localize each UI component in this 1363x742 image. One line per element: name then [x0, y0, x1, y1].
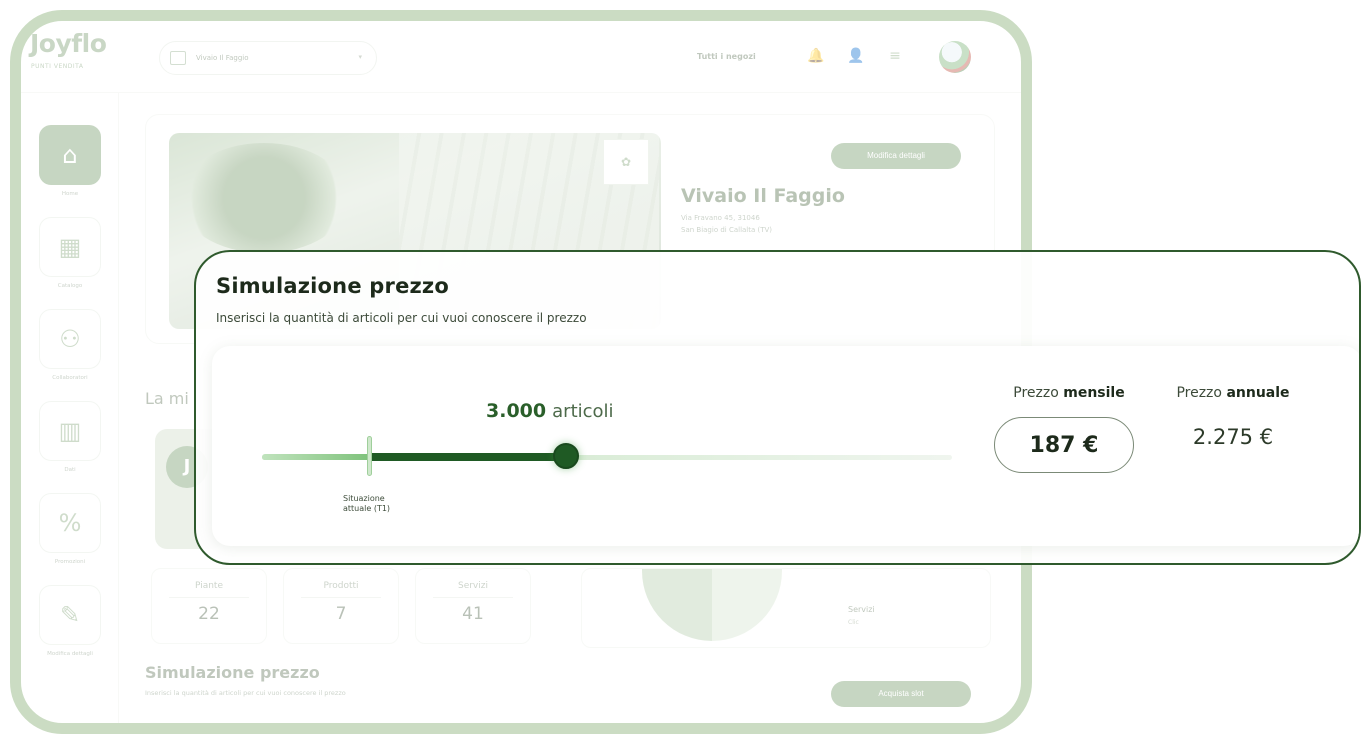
stat-label: Servizi [457, 581, 488, 591]
percent-icon: % [39, 493, 101, 553]
store-address-line1: Via Fravano 45, 31046 [681, 214, 760, 222]
sidebar-item-modifica[interactable]: ✎ Modifica dettagli [39, 585, 101, 658]
bg-simulation-subtitle: Inserisci la quantità di articoli per cu… [145, 689, 346, 697]
avatar[interactable] [939, 41, 971, 73]
stat-card-prodotti: Prodotti 7 [283, 568, 399, 644]
users-icon: ⚇ [39, 309, 101, 369]
top-bar: Joyflo PUNTI VENDITA Vivaio Il Faggio ▾ … [21, 21, 1021, 93]
pie-chart [642, 569, 782, 641]
sidebar-item-label: Promozioni [54, 559, 86, 565]
annual-price-column: Prezzo annuale 2.275 € [1158, 385, 1308, 449]
current-plan-label-line2: attuale (T1) [343, 504, 391, 513]
sidebar-item-label: Dati [64, 467, 76, 473]
current-plan-marker [367, 436, 373, 476]
app-logo-subtitle: PUNTI VENDITA [31, 63, 84, 70]
store-icon [170, 51, 186, 65]
legend-label: Servizi [848, 605, 875, 614]
section-title: La mi [145, 389, 189, 408]
sidebar-item-promozioni[interactable]: % Promozioni [39, 493, 101, 566]
article-count-value: 3.000 [486, 400, 547, 422]
stat-card-piante: Piante 22 [151, 568, 267, 644]
monthly-label-strong: mensile [1063, 385, 1125, 401]
sidebar-item-label: Collaboratori [52, 375, 88, 381]
edit-details-button[interactable]: Modifica dettagli [831, 143, 961, 169]
sidebar-item-label: Home [61, 191, 79, 197]
simulation-title: Simulazione prezzo [216, 274, 449, 298]
chart-icon: ▥ [39, 401, 101, 461]
stat-card-servizi: Servizi 41 [415, 568, 531, 644]
sidebar-item-label: Catalogo [57, 283, 83, 289]
annual-price-label: Prezzo annuale [1158, 385, 1308, 401]
monthly-price-label: Prezzo mensile [994, 385, 1144, 401]
buy-slot-button[interactable]: Acquista slot [831, 681, 971, 707]
annual-label-prefix: Prezzo [1176, 385, 1222, 401]
pencil-icon: ✎ [39, 585, 101, 645]
store-logo: ✿ [603, 139, 649, 185]
legend-sub: Clic [848, 619, 859, 626]
quantity-slider[interactable] [262, 436, 952, 476]
bg-simulation-title: Simulazione prezzo [145, 663, 320, 682]
store-selector[interactable]: Vivaio Il Faggio ▾ [159, 41, 377, 75]
price-simulation-card: Simulazione prezzo Inserisci la quantità… [194, 250, 1361, 565]
stat-divider [433, 597, 513, 598]
stat-divider [301, 597, 381, 598]
annual-price-value: 2.275 € [1192, 425, 1274, 449]
store-name: Vivaio Il Faggio [681, 185, 845, 207]
monthly-price-value: 187 € [994, 417, 1134, 473]
sidebar: ⌂ Home ▦ Catalogo ⚇ Collaboratori ▥ Dati… [21, 93, 119, 723]
slider-handle[interactable] [552, 443, 579, 469]
slider-track-current [262, 454, 371, 460]
distribution-card: Servizi Clic [581, 568, 991, 648]
sidebar-item-catalogo[interactable]: ▦ Catalogo [39, 217, 101, 290]
monthly-price-column: Prezzo mensile 187 € [994, 385, 1144, 473]
chevron-down-icon: ▾ [358, 53, 362, 61]
sidebar-item-label: Modifica dettagli [47, 651, 93, 657]
article-count: 3.000 articoli [486, 400, 614, 422]
simulation-subtitle: Inserisci la quantità di articoli per cu… [216, 311, 587, 325]
current-plan-label: Situazione attuale (T1) [343, 494, 390, 514]
store-filter[interactable]: Tutti i negozi [697, 52, 756, 61]
sidebar-item-dati[interactable]: ▥ Dati [39, 401, 101, 474]
stat-value: 22 [198, 604, 220, 624]
sidebar-item-collaboratori[interactable]: ⚇ Collaboratori [39, 309, 101, 382]
slider-track-fill [370, 453, 566, 461]
grid-icon: ▦ [39, 217, 101, 277]
stat-value: 41 [462, 604, 484, 624]
store-address-line2: San Biagio di Callalta (TV) [681, 226, 773, 234]
menu-icon[interactable]: ≡ [887, 48, 903, 64]
article-count-unit: articoli [552, 401, 614, 422]
bell-icon[interactable]: 🔔 [807, 48, 824, 64]
sidebar-item-home[interactable]: ⌂ Home [39, 125, 101, 198]
stat-value: 7 [335, 604, 347, 624]
stat-label: Prodotti [323, 581, 359, 591]
stat-divider [169, 597, 249, 598]
current-plan-label-line1: Situazione [343, 494, 385, 503]
user-icon[interactable]: 👤 [847, 48, 864, 64]
annual-label-strong: annuale [1226, 385, 1290, 401]
monthly-label-prefix: Prezzo [1013, 385, 1059, 401]
stat-label: Piante [194, 581, 223, 591]
app-logo[interactable]: Joyflo [30, 29, 107, 58]
store-selector-value: Vivaio Il Faggio [196, 54, 249, 62]
home-icon: ⌂ [39, 125, 101, 185]
